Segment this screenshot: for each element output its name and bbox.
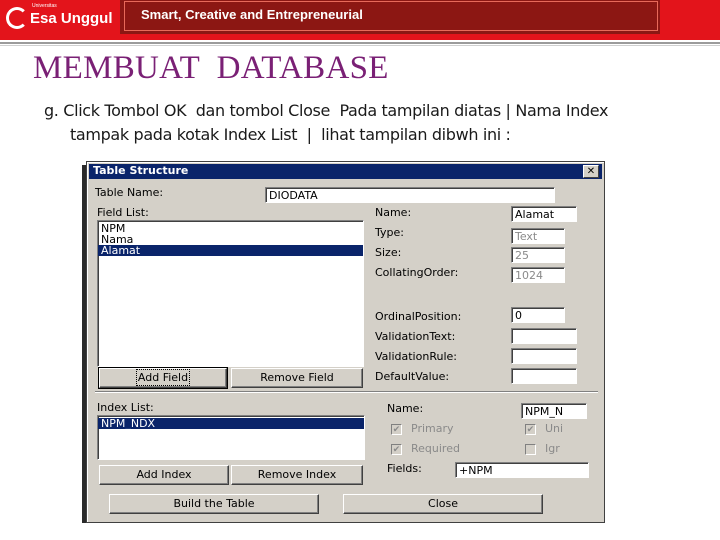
prop-collating-value: 1024 <box>511 267 565 283</box>
index-item-npm-ndx[interactable]: NPM_NDX <box>98 418 364 429</box>
field-list[interactable]: NPM Nama Alamat <box>97 220 364 367</box>
university-logo: Universitas Esa Unggul <box>4 3 120 35</box>
table-structure-dialog: Table Structure ✕ Table Name: DIODATA Fi… <box>86 161 605 523</box>
required-label: Required <box>411 442 460 455</box>
prop-default-value-label: DefaultValue: <box>375 370 450 383</box>
section-divider <box>95 391 598 393</box>
index-fields-label: Fields: <box>387 462 422 475</box>
table-name-label: Table Name: <box>95 186 164 199</box>
index-name-input[interactable]: NPM_N <box>521 403 587 419</box>
dialog-titlebar[interactable]: Table Structure ✕ <box>89 164 602 179</box>
prop-ordinal-label: OrdinalPosition: <box>375 310 462 323</box>
index-name-label: Name: <box>387 402 424 415</box>
field-item-npm[interactable]: NPM <box>98 223 363 234</box>
prop-name-input[interactable]: Alamat <box>511 206 577 222</box>
build-table-button[interactable]: Build the Table <box>109 494 319 514</box>
prop-size-label: Size: <box>375 246 402 259</box>
ignore-null-label: Igr <box>545 442 560 455</box>
logo-small-text: Universitas <box>32 3 57 9</box>
index-fields-input[interactable]: +NPM <box>455 462 589 478</box>
primary-checkbox[interactable]: ✔ <box>391 424 402 435</box>
primary-label: Primary <box>411 422 454 435</box>
remove-index-button[interactable]: Remove Index <box>231 465 363 485</box>
logo-swoosh-icon <box>6 7 28 29</box>
prop-validation-text-input[interactable] <box>511 328 577 344</box>
unique-checkbox[interactable]: ✔ <box>525 424 536 435</box>
prop-type-value: Text <box>511 228 565 244</box>
prop-validation-text-label: ValidationText: <box>375 330 456 343</box>
prop-default-value-input[interactable] <box>511 368 577 384</box>
logo-text: Esa Unggul <box>30 10 113 27</box>
field-item-alamat[interactable]: Alamat <box>98 245 363 256</box>
header-divider <box>0 42 720 44</box>
prop-name-label: Name: <box>375 206 412 219</box>
prop-validation-rule-input[interactable] <box>511 348 577 364</box>
tagline: Smart, Creative and Entrepreneurial <box>141 7 363 22</box>
header-banner: Universitas Esa Unggul Smart, Creative a… <box>0 0 720 40</box>
remove-field-button[interactable]: Remove Field <box>231 368 363 388</box>
prop-size-value: 25 <box>511 247 565 263</box>
table-name-input[interactable]: DIODATA <box>265 187 555 203</box>
unique-label: Uni <box>545 422 564 435</box>
field-list-label: Field List: <box>97 206 149 219</box>
index-list[interactable]: NPM_NDX <box>97 415 365 460</box>
index-list-label: Index List: <box>97 401 154 414</box>
prop-ordinal-input[interactable]: 0 <box>511 307 565 323</box>
close-button[interactable]: Close <box>343 494 543 514</box>
header-divider-light <box>0 45 720 46</box>
close-window-button[interactable]: ✕ <box>583 165 599 178</box>
required-checkbox[interactable]: ✔ <box>391 444 402 455</box>
add-field-button-label: Add Field <box>135 369 191 386</box>
prop-collating-label: CollatingOrder: <box>375 266 459 279</box>
dialog-title: Table Structure <box>93 164 189 177</box>
slide-title: MEMBUAT DATABASE <box>33 50 389 86</box>
instruction-line-2: tampak pada kotak Index List | lihat tam… <box>70 125 511 144</box>
instruction-line-1: g. Click Tombol OK dan tombol Close Pada… <box>44 101 609 120</box>
prop-validation-rule-label: ValidationRule: <box>375 350 457 363</box>
add-index-button[interactable]: Add Index <box>99 465 229 485</box>
add-field-button[interactable]: Add Field <box>98 367 228 389</box>
prop-type-label: Type: <box>375 226 404 239</box>
ignore-null-checkbox[interactable] <box>525 444 536 455</box>
